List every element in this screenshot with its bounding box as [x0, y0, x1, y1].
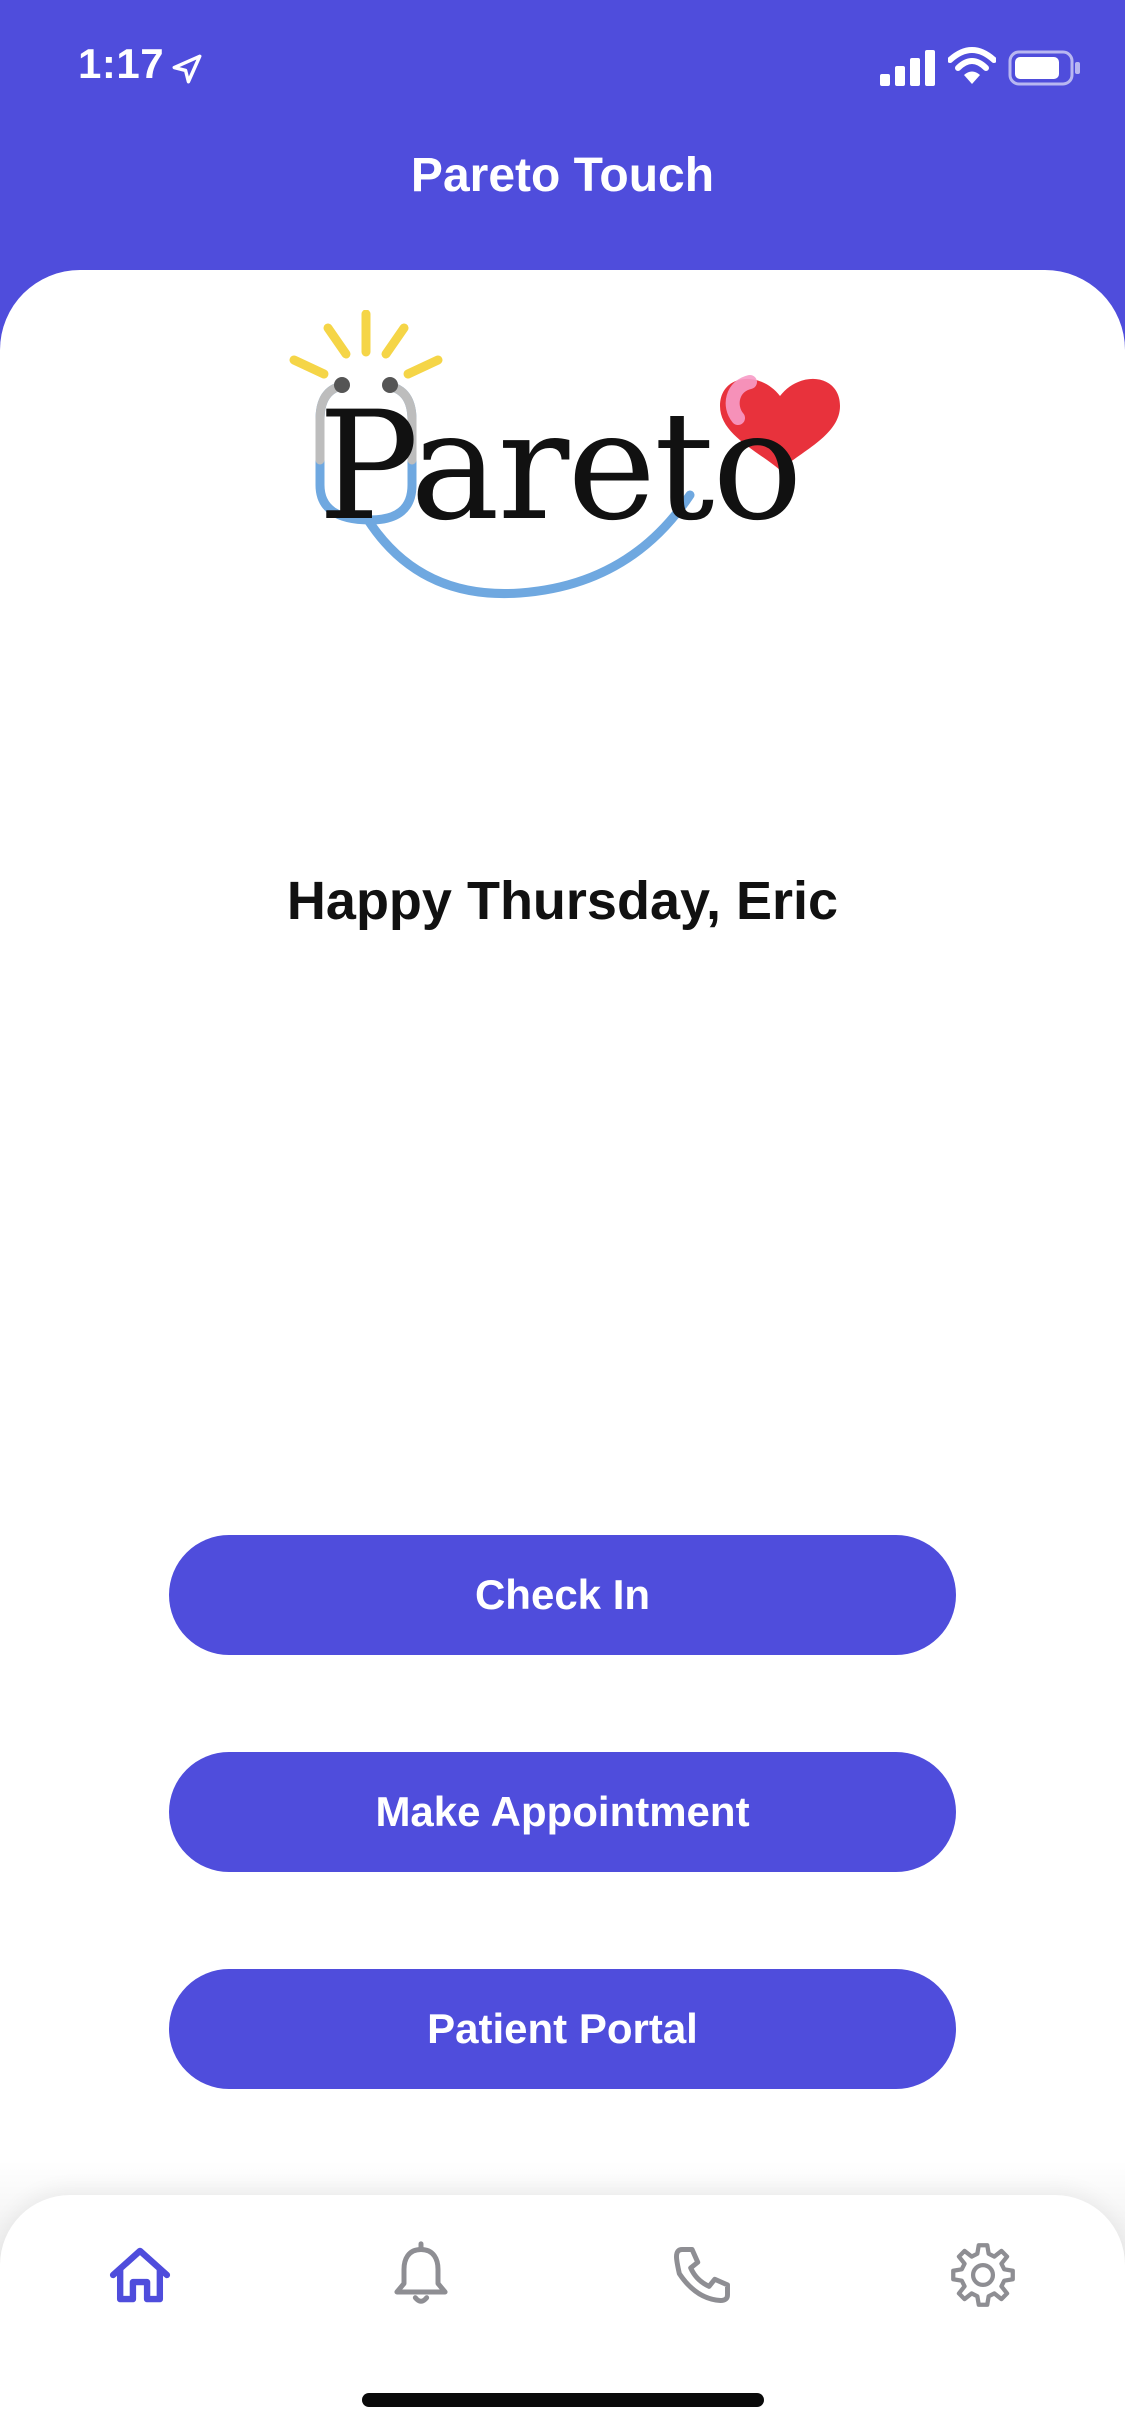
- patient-portal-button[interactable]: Patient Portal: [169, 1969, 956, 2089]
- home-icon: [109, 2247, 171, 2303]
- make-appointment-button[interactable]: Make Appointment: [169, 1752, 956, 1872]
- logo-wordmark: Pareto: [318, 380, 803, 554]
- home-indicator[interactable]: [362, 2393, 764, 2407]
- tab-home[interactable]: [100, 2235, 180, 2315]
- tab-notifications[interactable]: [381, 2235, 461, 2315]
- location-arrow-icon: [172, 54, 202, 84]
- tab-call[interactable]: [662, 2235, 742, 2315]
- phone-icon: [674, 2247, 730, 2303]
- app-screen: 1:17 Pareto Touch Pareto Happy Thursday,…: [0, 0, 1125, 2436]
- bell-icon: [394, 2241, 448, 2304]
- home-card: Pareto Happy Thursday, Eric Check In Mak…: [0, 270, 1125, 2436]
- cellular-signal-icon: [880, 50, 935, 86]
- wifi-icon: [948, 47, 996, 84]
- status-bar: 1:17: [0, 0, 1125, 140]
- tab-settings[interactable]: [943, 2235, 1023, 2315]
- status-time: 1:17: [78, 40, 165, 87]
- page-title: Pareto Touch: [410, 149, 715, 202]
- check-in-button[interactable]: Check In: [169, 1535, 956, 1655]
- greeting-text: Happy Thursday, Eric: [286, 871, 839, 931]
- gear-icon: [951, 2243, 1015, 2307]
- battery-icon: [1008, 50, 1080, 86]
